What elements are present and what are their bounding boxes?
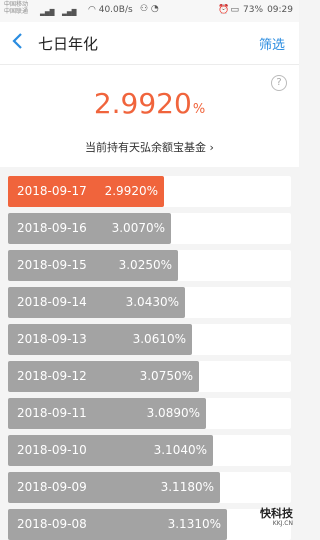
list-item: 2018-09-14 3.0430%	[8, 287, 291, 318]
battery-icon: ▭	[230, 5, 240, 15]
clock: 09:29	[267, 5, 293, 15]
carrier-2: 中国联通	[4, 8, 29, 15]
chevron-right-icon: ›	[209, 141, 214, 154]
rate-value: 3.1310%	[167, 517, 221, 531]
rate-bar: 2018-09-11 3.0890%	[8, 398, 206, 429]
page-title: 七日年化	[38, 35, 99, 53]
app-notification-icons: ⚇ ◔	[140, 4, 159, 14]
rate-value: 3.1040%	[153, 443, 207, 457]
rate-value: 3.1180%	[160, 480, 214, 494]
signal-icon: ▂▄▆	[40, 7, 55, 16]
carrier-labels: 中国移动 中国联通	[4, 1, 28, 15]
network-speed: ◠ 40.0B/s	[88, 5, 133, 15]
current-rate-value: 2.9920	[93, 87, 192, 120]
rate-bar: 2018-09-15 3.0250%	[8, 250, 178, 281]
fund-link[interactable]: 当前持有天弘余额宝基金 ›	[0, 139, 299, 155]
rate-bar: 2018-09-12 3.0750%	[8, 361, 199, 392]
rate-date: 2018-09-16	[17, 221, 87, 235]
rate-bar: 2018-09-13 3.0610%	[8, 324, 192, 355]
rate-value: 3.0890%	[146, 406, 200, 420]
rate-bar: 2018-09-16 3.0070%	[8, 213, 171, 244]
back-arrow-icon[interactable]	[11, 31, 31, 53]
status-right: ▭ 73% 09:29	[227, 5, 293, 15]
rate-date: 2018-09-14	[17, 295, 87, 309]
rate-value: 3.0430%	[125, 295, 179, 309]
current-rate: 2.9920%	[0, 87, 299, 120]
network-speed-value: 40.0B/s	[98, 5, 133, 15]
list-item: 2018-09-15 3.0250%	[8, 250, 291, 281]
list-item: 2018-09-08 3.1310%	[8, 509, 291, 540]
rate-date: 2018-09-12	[17, 369, 87, 383]
app-header: 七日年化 筛选	[0, 22, 299, 64]
status-bar: 中国移动 中国联通 ▂▄▆ ▂▄▆ ◠ 40.0B/s ⚇ ◔ ⏰ ▭ 73% 09…	[0, 0, 299, 22]
wifi-icon: ◠	[88, 5, 96, 15]
rate-date: 2018-09-15	[17, 258, 87, 272]
rate-value: 3.0750%	[139, 369, 193, 383]
summary-card: ? 2.9920% 当前持有天弘余额宝基金 ›	[0, 64, 299, 167]
rate-date: 2018-09-08	[17, 517, 87, 531]
filter-button[interactable]: 筛选	[259, 34, 285, 53]
signal-icon-2: ▂▄▆	[62, 7, 77, 16]
rate-value: 3.0250%	[118, 258, 172, 272]
rate-date: 2018-09-09	[17, 480, 87, 494]
list-item: 2018-09-13 3.0610%	[8, 324, 291, 355]
rate-bar: 2018-09-17 2.9920%	[8, 176, 164, 207]
list-item: 2018-09-09 3.1180%	[8, 472, 291, 503]
carrier-1: 中国移动	[4, 1, 29, 8]
fund-text: 当前持有天弘余额宝基金	[85, 141, 207, 154]
rate-bar: 2018-09-10 3.1040%	[8, 435, 213, 466]
list-item: 2018-09-11 3.0890%	[8, 398, 291, 429]
rate-date: 2018-09-11	[17, 406, 87, 420]
current-rate-unit: %	[192, 102, 206, 117]
rate-date: 2018-09-17	[17, 184, 87, 198]
rate-bar: 2018-09-14 3.0430%	[8, 287, 185, 318]
battery-level: 73%	[243, 5, 264, 15]
rate-value: 2.9920%	[104, 184, 158, 198]
rate-bar: 2018-09-09 3.1180%	[8, 472, 220, 503]
list-item: 2018-09-12 3.0750%	[8, 361, 291, 392]
watermark: 快科技 KKJ.CN	[260, 508, 293, 529]
list-item: 2018-09-17 2.9920%	[8, 176, 291, 207]
list-item: 2018-09-16 3.0070%	[8, 213, 291, 244]
rate-value: 3.0610%	[132, 332, 186, 346]
rate-date: 2018-09-10	[17, 443, 87, 457]
rate-date: 2018-09-13	[17, 332, 87, 346]
list-item: 2018-09-10 3.1040%	[8, 435, 291, 466]
watermark-url: KKJ.CN	[272, 520, 293, 527]
rate-bar: 2018-09-08 3.1310%	[8, 509, 227, 540]
rate-value: 3.0070%	[111, 221, 165, 235]
